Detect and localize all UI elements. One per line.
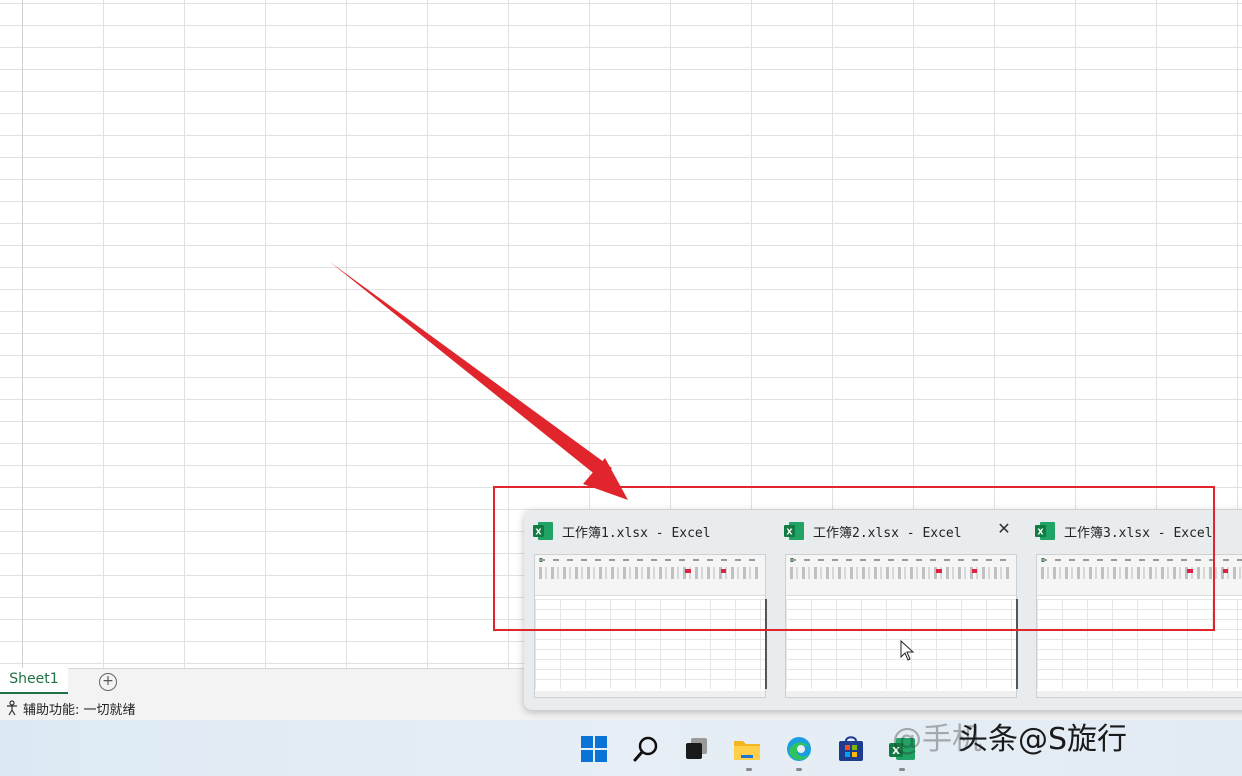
windows-start-icon[interactable] (580, 735, 608, 763)
edge-running-indicator (796, 768, 802, 771)
sheet-tab-sheet1[interactable]: Sheet1 (0, 668, 68, 694)
row-header-divider (22, 0, 23, 668)
annotation-highlight-box (493, 486, 1215, 631)
excel-running-indicator (899, 768, 905, 771)
microsoft-store-icon[interactable] (837, 735, 865, 763)
task-view-icon[interactable] (683, 735, 711, 763)
watermark-text: @手机头条@S旋行 (892, 722, 1128, 757)
search-icon[interactable] (632, 735, 660, 763)
file-explorer-icon[interactable] (733, 735, 761, 763)
accessibility-status-text: 辅助功能: 一切就绪 (23, 703, 136, 718)
mouse-cursor-icon (900, 640, 915, 661)
file-explorer-running-indicator (746, 768, 752, 771)
edge-browser-icon[interactable] (785, 735, 813, 763)
add-sheet-button[interactable]: + (99, 673, 117, 691)
accessibility-icon[interactable] (4, 700, 20, 716)
